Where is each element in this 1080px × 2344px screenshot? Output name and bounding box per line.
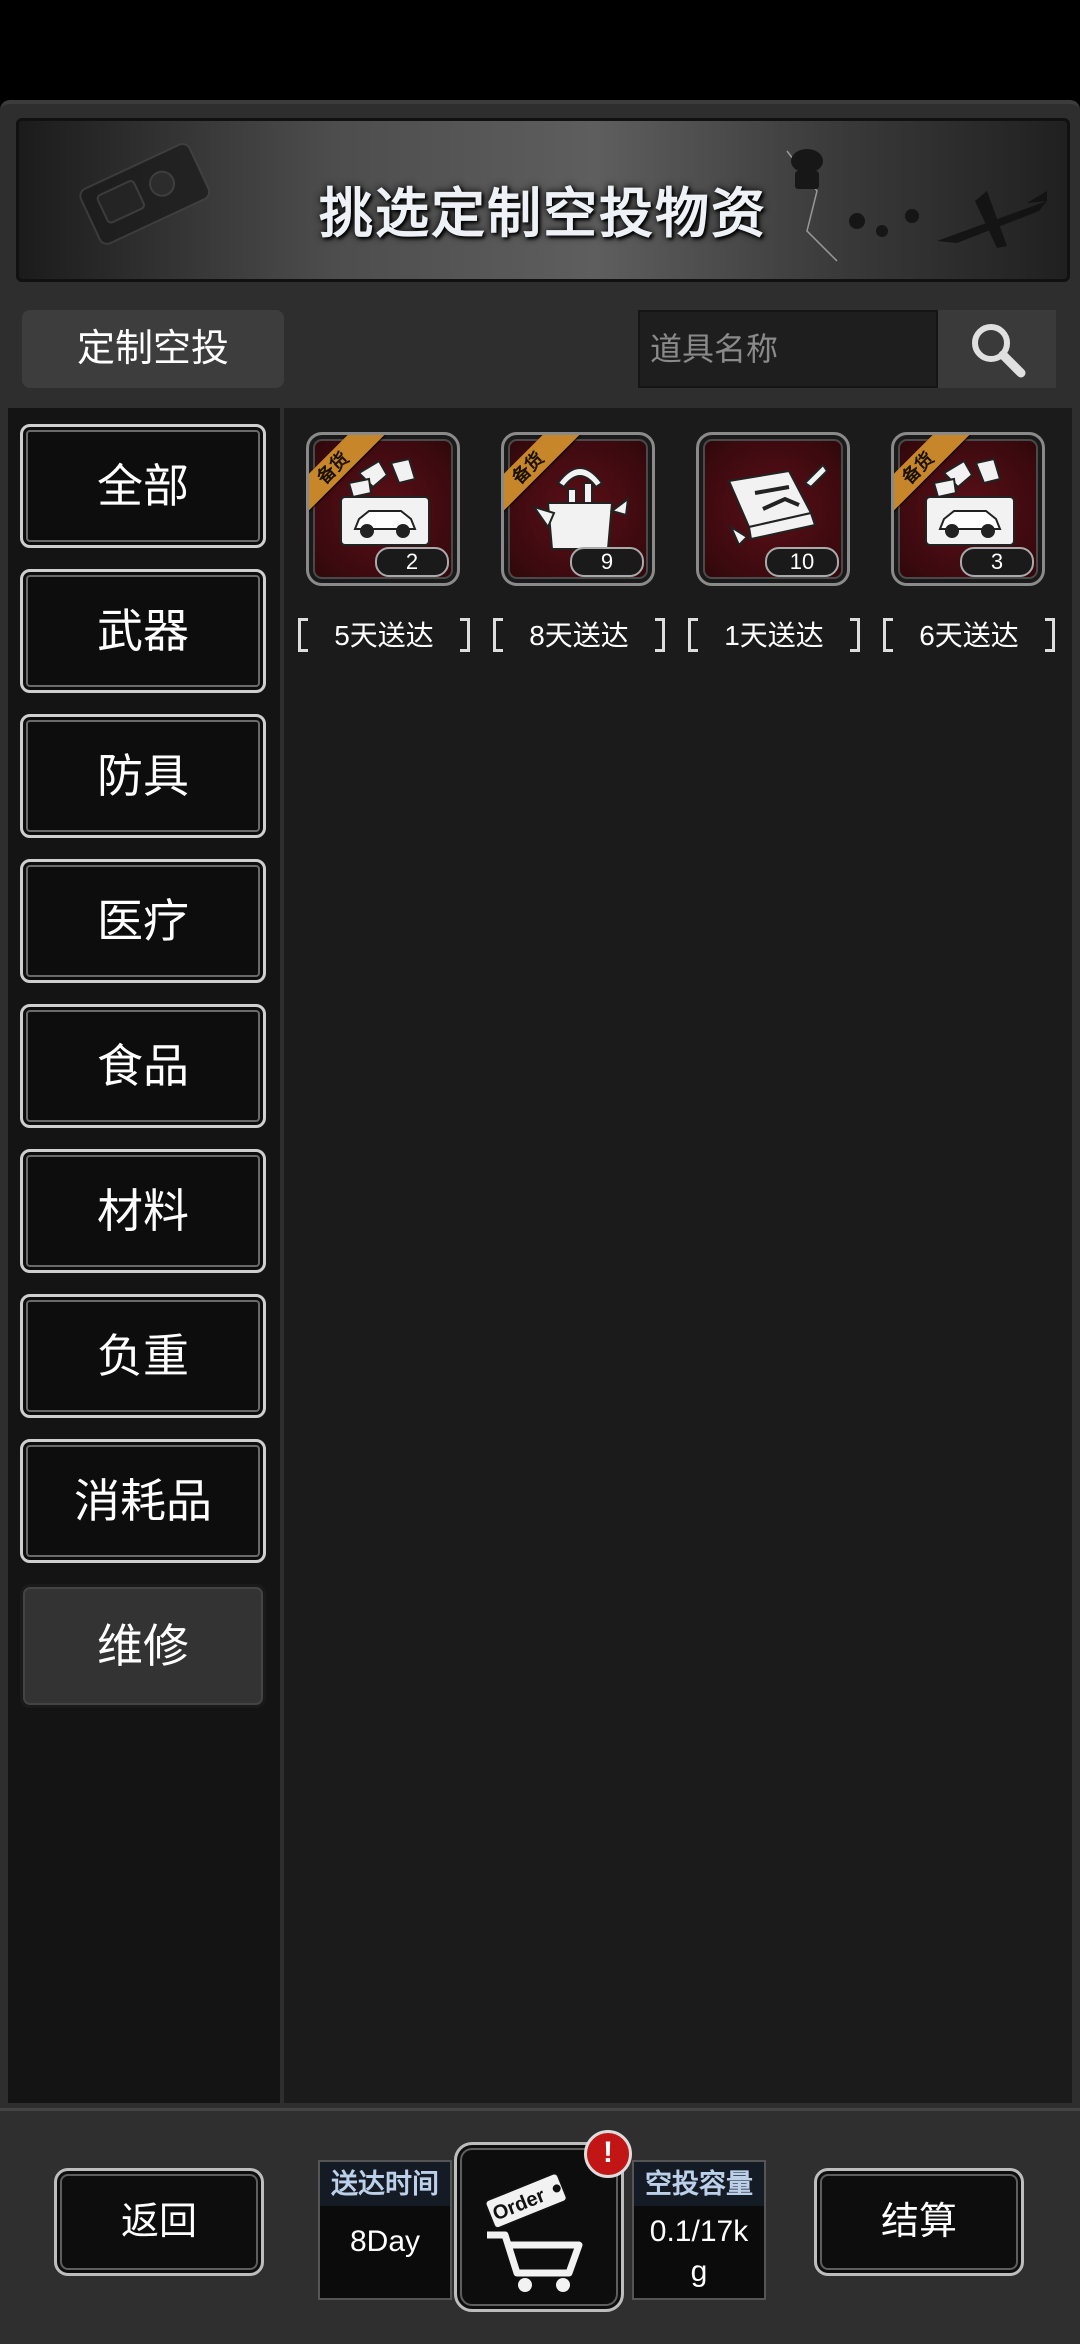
delivery-text: 5天送达 xyxy=(334,620,434,651)
item-grid: 备货 2 5天送达 备货 9 8天送达 10 1天送达 备货 3 6天送达 xyxy=(284,408,1072,2103)
item-card[interactable]: 备货 2 5天送达 xyxy=(294,422,474,662)
category-food[interactable]: 食品 xyxy=(20,1004,266,1128)
checkout-button[interactable]: 结算 xyxy=(814,2168,1024,2276)
item-tile[interactable]: 备货 3 xyxy=(891,432,1045,586)
delivery-label: 8天送达 xyxy=(489,616,669,656)
item-card[interactable]: 备货 9 8天送达 xyxy=(489,422,669,662)
capacity-value-line1: 0.1/17k xyxy=(649,2215,749,2248)
category-all[interactable]: 全部 xyxy=(20,424,266,548)
airdrop-plane-art xyxy=(786,149,1047,262)
delivery-text: 6天送达 xyxy=(919,620,1019,651)
category-armor[interactable]: 防具 xyxy=(20,714,266,838)
delivery-time-panel: 送达时间 8Day xyxy=(318,2160,452,2300)
delivery-time-label: 送达时间 xyxy=(320,2162,450,2206)
category-sidebar: 全部 武器 防具 医疗 食品 材料 负重 消耗品 维修 xyxy=(8,408,280,2103)
category-repair[interactable]: 维修 xyxy=(20,1584,266,1708)
category-weapons[interactable]: 武器 xyxy=(20,569,266,693)
search-icon xyxy=(972,324,1026,378)
repair-kit-icon xyxy=(727,463,829,547)
capacity-value: 0.1/17k g xyxy=(634,2206,764,2292)
item-quantity: 9 xyxy=(570,547,644,577)
delivery-text: 1天送达 xyxy=(724,620,824,651)
capacity-panel: 空投容量 0.1/17k g xyxy=(632,2160,766,2300)
item-card[interactable]: 10 1天送达 xyxy=(684,422,864,662)
delivery-label: 6天送达 xyxy=(879,616,1059,656)
search-input[interactable] xyxy=(640,312,936,386)
item-quantity: 10 xyxy=(765,547,839,577)
category-load[interactable]: 负重 xyxy=(20,1294,266,1418)
delivery-text: 8天送达 xyxy=(529,620,629,651)
alert-badge: ! xyxy=(584,2130,632,2178)
delivery-label: 1天送达 xyxy=(684,616,864,656)
tab-custom-airdrop[interactable]: 定制空投 xyxy=(22,310,284,388)
search-button[interactable] xyxy=(938,310,1056,388)
category-consumables[interactable]: 消耗品 xyxy=(20,1439,266,1563)
capacity-label: 空投容量 xyxy=(634,2162,764,2206)
item-tile[interactable]: 备货 9 xyxy=(501,432,655,586)
item-tile[interactable]: 备货 2 xyxy=(306,432,460,586)
category-medical[interactable]: 医疗 xyxy=(20,859,266,983)
delivery-label: 5天送达 xyxy=(294,616,474,656)
item-card[interactable]: 备货 3 6天送达 xyxy=(879,422,1059,662)
category-materials[interactable]: 材料 xyxy=(20,1149,266,1273)
delivery-time-value: 8Day xyxy=(349,2225,421,2258)
item-quantity: 3 xyxy=(960,547,1034,577)
item-quantity: 2 xyxy=(375,547,449,577)
search-box xyxy=(638,310,938,388)
item-tile[interactable]: 10 xyxy=(696,432,850,586)
banner: 挑选定制空投物资 xyxy=(16,118,1070,282)
capacity-value-line2: g xyxy=(690,2255,708,2288)
back-button[interactable]: 返回 xyxy=(54,2168,264,2276)
